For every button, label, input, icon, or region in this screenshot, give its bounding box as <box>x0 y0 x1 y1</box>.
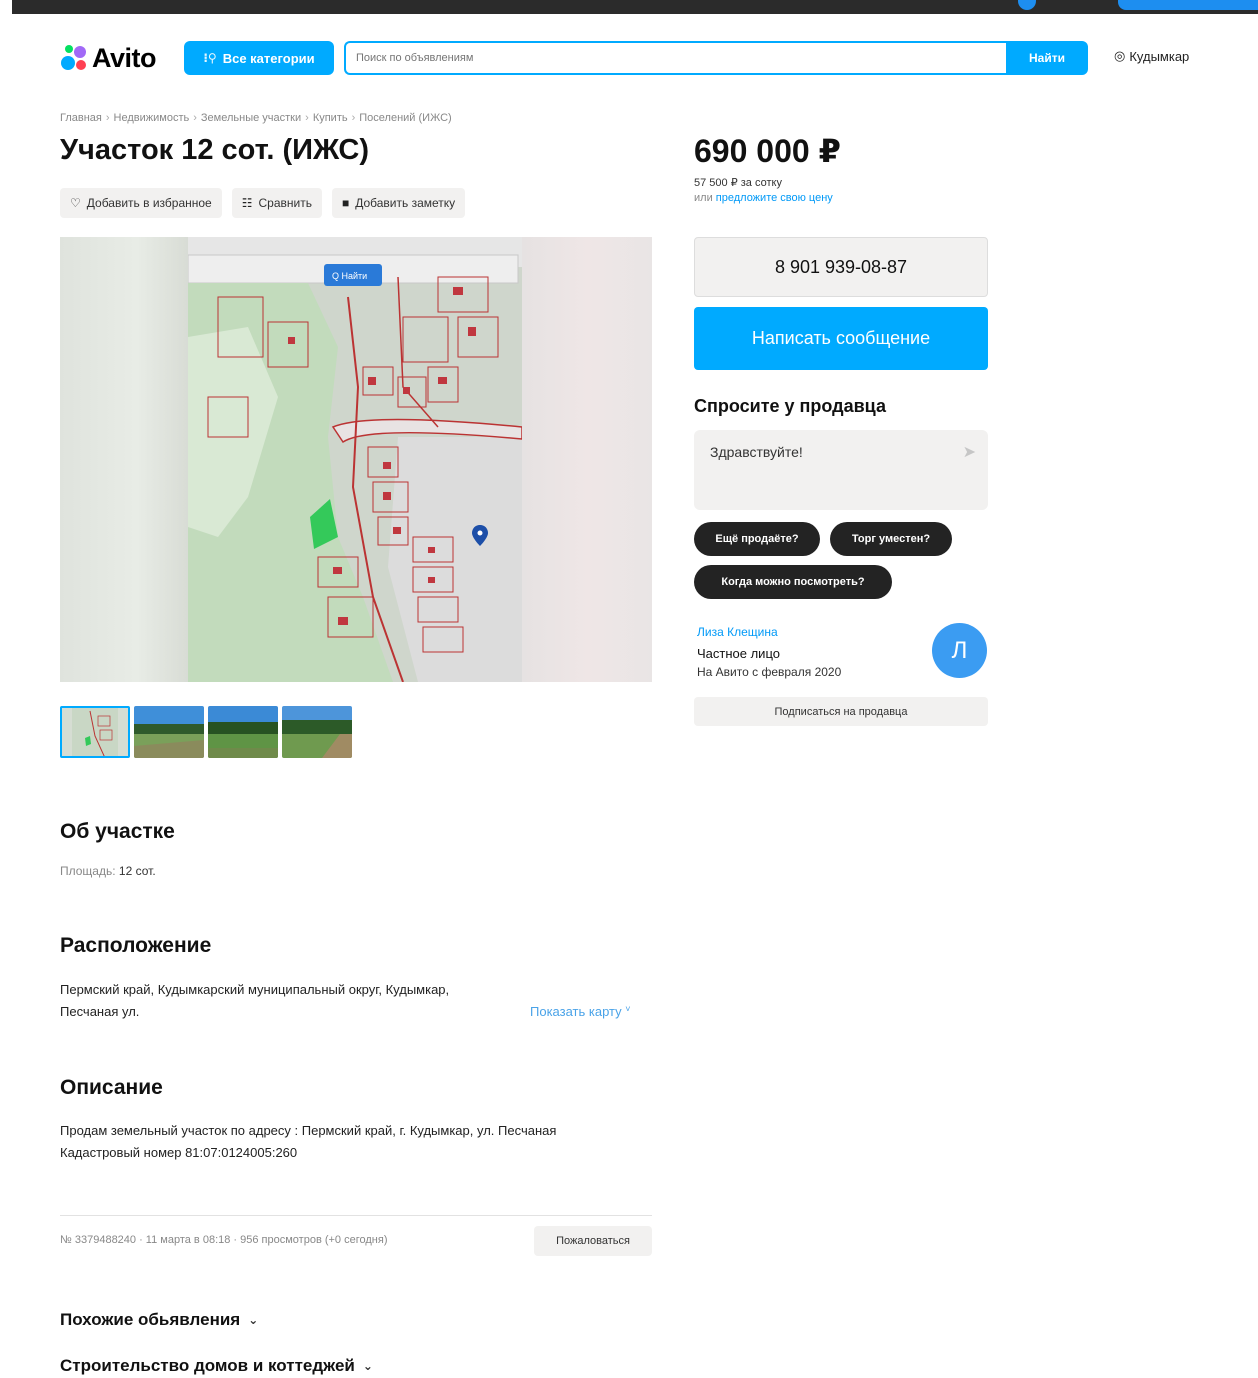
listing-meta: № 3379488240 · 11 марта в 08:18 · 956 пр… <box>60 1234 388 1246</box>
address-line: Пермский край, Кудымкарский муниципальны… <box>60 982 450 997</box>
cadastral-map-photo: Q Найти <box>188 237 522 682</box>
search-button[interactable]: Найти <box>1006 41 1088 75</box>
thumbnail-field-image <box>208 706 278 758</box>
breadcrumb-item[interactable]: Недвижимость <box>114 112 190 124</box>
show-map-link[interactable]: Показать карту ˅ <box>530 1004 631 1019</box>
thumbnail-map-image <box>60 706 130 758</box>
description-line: Кадастровый номер 81:07:0124005:260 <box>60 1145 298 1160</box>
top-bar-indicator <box>1018 0 1036 10</box>
ask-seller-input[interactable]: Здравствуйте! ➤ <box>694 430 988 510</box>
breadcrumb-separator: › <box>351 112 356 124</box>
offer-price-link[interactable]: предложите свою цену <box>716 192 833 204</box>
avito-logo[interactable]: Avito <box>60 42 157 74</box>
show-map-label: Показать карту <box>530 1004 622 1019</box>
location-label: Кудымкар <box>1129 48 1190 64</box>
breadcrumb-separator: › <box>305 112 309 124</box>
address-line: Песчаная ул. <box>60 1004 140 1019</box>
description-line: Продам земельный участок по адресу : Пер… <box>60 1123 557 1138</box>
photo-thumbnails <box>60 706 352 758</box>
heart-icon: ♡ <box>70 196 81 210</box>
price-per-unit: 57 500 ₽ за сотку <box>694 177 782 189</box>
all-categories-label: Все категории <box>222 50 315 66</box>
add-to-favorites-button[interactable]: ♡ Добавить в избранное <box>60 188 222 218</box>
address: Пермский край, Кудымкарский муниципальны… <box>60 979 540 1023</box>
breadcrumb-separator: › <box>193 112 197 124</box>
quick-question-chip[interactable]: Торг уместен? <box>830 522 952 556</box>
photo-blur-left <box>60 237 188 682</box>
compare-icon: ☷ <box>241 196 253 210</box>
compare-label: Сравнить <box>258 196 312 210</box>
breadcrumb-item[interactable]: Земельные участки <box>201 112 301 124</box>
location-selector[interactable]: ◎ Кудымкар <box>1114 48 1189 64</box>
thumbnail-field-image <box>134 706 204 758</box>
ask-seller-text: Здравствуйте! <box>710 444 803 460</box>
location-pin-icon: ◎ <box>1114 48 1126 63</box>
all-categories-button[interactable]: ⁝⚲ Все категории <box>184 41 334 75</box>
search-input[interactable] <box>346 43 1006 73</box>
logo-text: Avito <box>92 42 157 73</box>
thumbnail-field-image <box>282 706 352 758</box>
page-title: Участок 12 сот. (ИЖС) <box>60 134 370 166</box>
price: 690 000 ₽ <box>694 133 841 169</box>
search-field <box>344 41 1006 75</box>
quick-question-chip[interactable]: Ещё продаёте? <box>694 522 820 556</box>
search-icon: ⁝⚲ <box>203 51 217 65</box>
construction-label: Строительство домов и коттеджей <box>60 1356 355 1375</box>
similar-listings-accordion[interactable]: Похожие обьявления ⌄ <box>60 1310 258 1330</box>
report-button[interactable]: Пожаловаться <box>534 1226 652 1256</box>
browser-top-bar <box>12 0 1258 14</box>
construction-accordion[interactable]: Строительство домов и коттеджей ⌄ <box>60 1356 373 1376</box>
description-section-title: Описание <box>60 1076 163 1099</box>
top-bar-button[interactable] <box>1118 0 1258 10</box>
breadcrumb-item[interactable]: Поселений (ИЖС) <box>359 112 451 124</box>
breadcrumb-item[interactable]: Купить <box>313 112 348 124</box>
thumbnail[interactable] <box>60 706 130 758</box>
subscribe-seller-button[interactable]: Подписаться на продавца <box>694 697 988 726</box>
thumbnail[interactable] <box>134 706 204 758</box>
photo-blur-right <box>522 237 652 682</box>
seller-type: Частное лицо <box>697 646 780 661</box>
quick-question-chip[interactable]: Когда можно посмотреть? <box>694 565 892 599</box>
breadcrumb-separator: › <box>105 112 110 124</box>
map-search-button-text: Q Найти <box>332 271 367 281</box>
area-label: Площадь: <box>60 864 116 878</box>
add-note-label: Добавить заметку <box>355 196 456 210</box>
chevron-down-icon: ⌄ <box>248 1313 259 1327</box>
breadcrumb: Главная › Недвижимость › Земельные участ… <box>60 112 452 124</box>
breadcrumb-item[interactable]: Главная <box>60 112 102 124</box>
seller-since: На Авито с февраля 2020 <box>697 665 842 679</box>
thumbnail[interactable] <box>282 706 352 758</box>
price-offer-prefix: или <box>694 192 713 204</box>
send-icon[interactable]: ➤ <box>963 442 976 462</box>
write-message-button[interactable]: Написать сообщение <box>694 307 988 370</box>
main-photo[interactable]: Q Найти <box>60 237 652 682</box>
add-note-button[interactable]: ■ Добавить заметку <box>331 188 466 218</box>
ask-seller-title: Спросите у продавца <box>694 396 886 416</box>
show-phone-button[interactable]: 8 901 939-08-87 <box>694 237 988 297</box>
price-offer: или предложите свою цену <box>694 192 833 204</box>
area-info: Площадь: 12 сот. <box>60 864 156 878</box>
seller-avatar[interactable]: Л <box>932 623 987 678</box>
thumbnail[interactable] <box>208 706 278 758</box>
location-section-title: Расположение <box>60 934 212 957</box>
seller-name-link[interactable]: Лиза Клещина <box>697 625 778 639</box>
about-section-title: Об участке <box>60 820 175 843</box>
site-header: Avito ⁝⚲ Все категории Найти ◎ Кудымкар <box>0 38 1258 78</box>
description-text: Продам земельный участок по адресу : Пер… <box>60 1120 660 1164</box>
note-icon: ■ <box>341 196 350 210</box>
divider <box>60 1215 652 1216</box>
area-value: 12 сот. <box>118 864 156 878</box>
similar-listings-label: Похожие обьявления <box>60 1310 241 1329</box>
add-to-favorites-label: Добавить в избранное <box>86 196 212 210</box>
compare-button[interactable]: ☷ Сравнить <box>231 188 322 218</box>
avito-logo-dots-icon <box>61 45 86 70</box>
listing-actions: ♡ Добавить в избранное ☷ Сравнить ■ Доба… <box>60 188 466 218</box>
chevron-down-icon: ⌄ <box>362 1359 373 1373</box>
chevron-down-icon: ˅ <box>625 1004 631 1014</box>
